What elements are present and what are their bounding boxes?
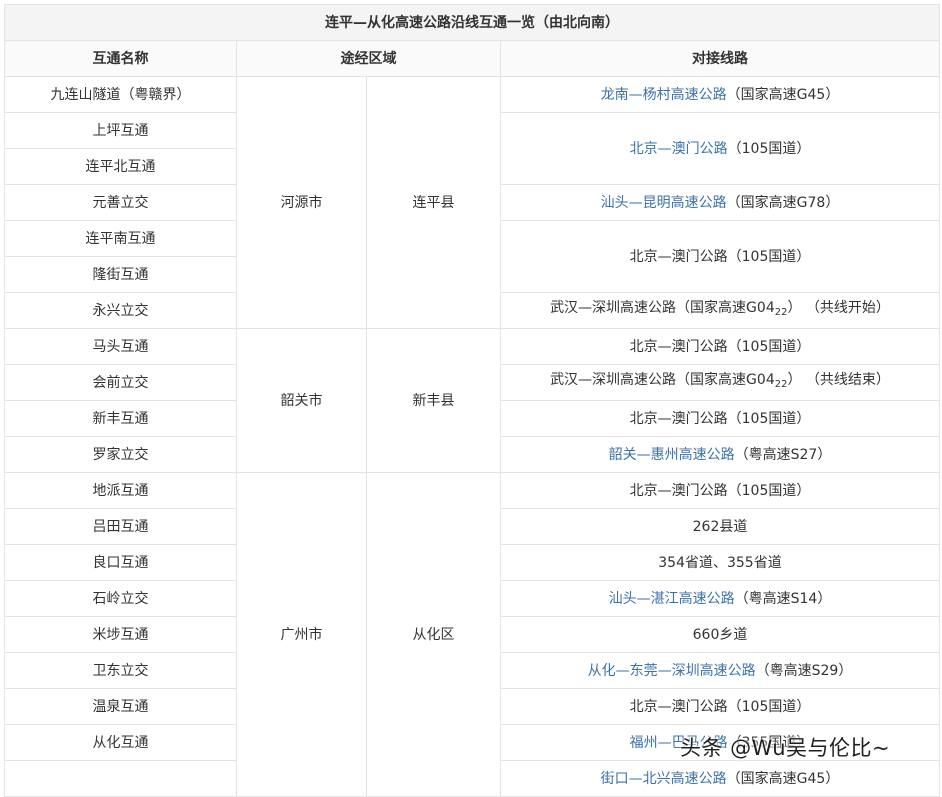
city-cell: 广州市 <box>236 472 367 797</box>
route-note: （国家高速G45） <box>726 86 840 103</box>
district-cell: 从化区 <box>366 472 501 797</box>
connection-text-tail: ） （共线结束） <box>787 372 890 388</box>
connection-cell: 武汉—深圳高速公路（国家高速G0422） （共线开始） <box>500 292 940 329</box>
interchange-name: 上坪互通 <box>4 112 237 149</box>
interchange-name: 永兴立交 <box>4 292 237 329</box>
connection-cell: 龙南—杨村高速公路（国家高速G45） <box>500 76 940 113</box>
interchange-name: 吕田互通 <box>4 508 237 545</box>
connection-cell: 北京—澳门公路（105国道） <box>500 472 940 509</box>
district-cell: 新丰县 <box>366 328 501 473</box>
connection-cell: 汕头—昆明高速公路（国家高速G78） <box>500 184 940 221</box>
route-link[interactable]: 汕头—湛江高速公路 <box>609 591 735 607</box>
table-row: 马头互通 韶关市 新丰县 北京—澳门公路（105国道） <box>4 328 940 473</box>
interchange-name: 从化互通 <box>4 724 237 761</box>
interchange-name: 石岭立交 <box>4 580 237 617</box>
route-link[interactable]: 汕头—昆明高速公路 <box>601 195 727 211</box>
interchange-name <box>4 760 237 797</box>
table-header-row: 互通名称 途经区域 对接线路 <box>4 40 940 77</box>
connection-cell: 武汉—深圳高速公路（国家高速G0422） （共线结束） <box>500 364 940 401</box>
interchange-name: 元善立交 <box>4 184 237 221</box>
interchange-name: 卫东立交 <box>4 652 237 689</box>
route-note: （105国道） <box>727 140 811 157</box>
interchange-table: 连平—从化高速公路沿线互通一览（由北向南） 互通名称 途经区域 对接线路 九连山… <box>4 4 940 797</box>
table-row: 九连山隧道（粤赣界） 河源市 连平县 龙南—杨村高速公路（国家高速G45） <box>4 76 940 329</box>
connection-cell: 354省道、355省道 <box>500 544 940 581</box>
interchange-name: 温泉互通 <box>4 688 237 725</box>
interchange-name: 马头互通 <box>4 328 237 365</box>
interchange-name: 良口互通 <box>4 544 237 581</box>
route-link[interactable]: 街口—北兴高速公路 <box>601 771 727 787</box>
connection-subscript: 22 <box>774 379 788 390</box>
interchange-name: 罗家立交 <box>4 436 237 473</box>
connection-text-tail: ） （共线开始） <box>787 300 890 316</box>
table-caption-row: 连平—从化高速公路沿线互通一览（由北向南） <box>4 4 940 41</box>
connection-cell: 从化—东莞—深圳高速公路（粤高速S29） <box>500 652 940 689</box>
connection-cell: 北京—澳门公路（105国道） <box>500 400 940 437</box>
connection-subscript: 22 <box>774 307 788 318</box>
connection-cell: 262县道 <box>500 508 940 545</box>
interchange-name: 九连山隧道（粤赣界） <box>4 76 237 113</box>
connection-cell: 韶关—惠州高速公路（粤高速S27） <box>500 436 940 473</box>
district-cell: 连平县 <box>366 76 501 329</box>
city-cell: 韶关市 <box>236 328 367 473</box>
header-interchange-name: 互通名称 <box>4 40 237 77</box>
route-link[interactable]: 北京—澳门公路 <box>630 141 728 157</box>
route-note: （粤高速S29） <box>755 662 853 679</box>
connection-cell: 北京—澳门公路（105国道） <box>500 112 940 185</box>
connection-cell: 北京—澳门公路（105国道） <box>500 220 940 293</box>
connection-cell: 街口—北兴高速公路（国家高速G45） <box>500 760 940 797</box>
header-connection: 对接线路 <box>500 40 940 77</box>
interchange-name: 地派互通 <box>4 472 237 509</box>
route-note: （粤高速S14） <box>734 590 832 607</box>
interchange-name: 新丰互通 <box>4 400 237 437</box>
route-note: （国家高速G78） <box>726 194 840 211</box>
connection-cell: 北京—澳门公路（105国道） <box>500 328 940 365</box>
route-link[interactable]: 龙南—杨村高速公路 <box>601 87 727 103</box>
header-region: 途经区域 <box>236 40 501 77</box>
route-link[interactable]: 韶关—惠州高速公路 <box>609 447 735 463</box>
interchange-name: 连平南互通 <box>4 220 237 257</box>
route-note: （粤高速S27） <box>734 446 832 463</box>
city-cell: 河源市 <box>236 76 367 329</box>
interchange-name: 连平北互通 <box>4 148 237 185</box>
watermark: 头条 @Wu吴与伦比~ <box>680 736 891 760</box>
connection-text: 武汉—深圳高速公路（国家高速G04 <box>550 372 775 388</box>
route-link[interactable]: 从化—东莞—深圳高速公路 <box>588 663 756 679</box>
interchange-name: 会前立交 <box>4 364 237 401</box>
interchange-name: 米埗互通 <box>4 616 237 653</box>
connection-cell: 北京—澳门公路（105国道） <box>500 688 940 725</box>
table-caption: 连平—从化高速公路沿线互通一览（由北向南） <box>4 4 940 41</box>
connection-cell: 汕头—湛江高速公路（粤高速S14） <box>500 580 940 617</box>
connection-text: 武汉—深圳高速公路（国家高速G04 <box>550 300 775 316</box>
route-note: （国家高速G45） <box>726 770 840 787</box>
interchange-name: 隆街互通 <box>4 256 237 293</box>
table-row: 地派互通 广州市 从化区 北京—澳门公路（105国道） <box>4 472 940 797</box>
connection-cell: 660乡道 <box>500 616 940 653</box>
